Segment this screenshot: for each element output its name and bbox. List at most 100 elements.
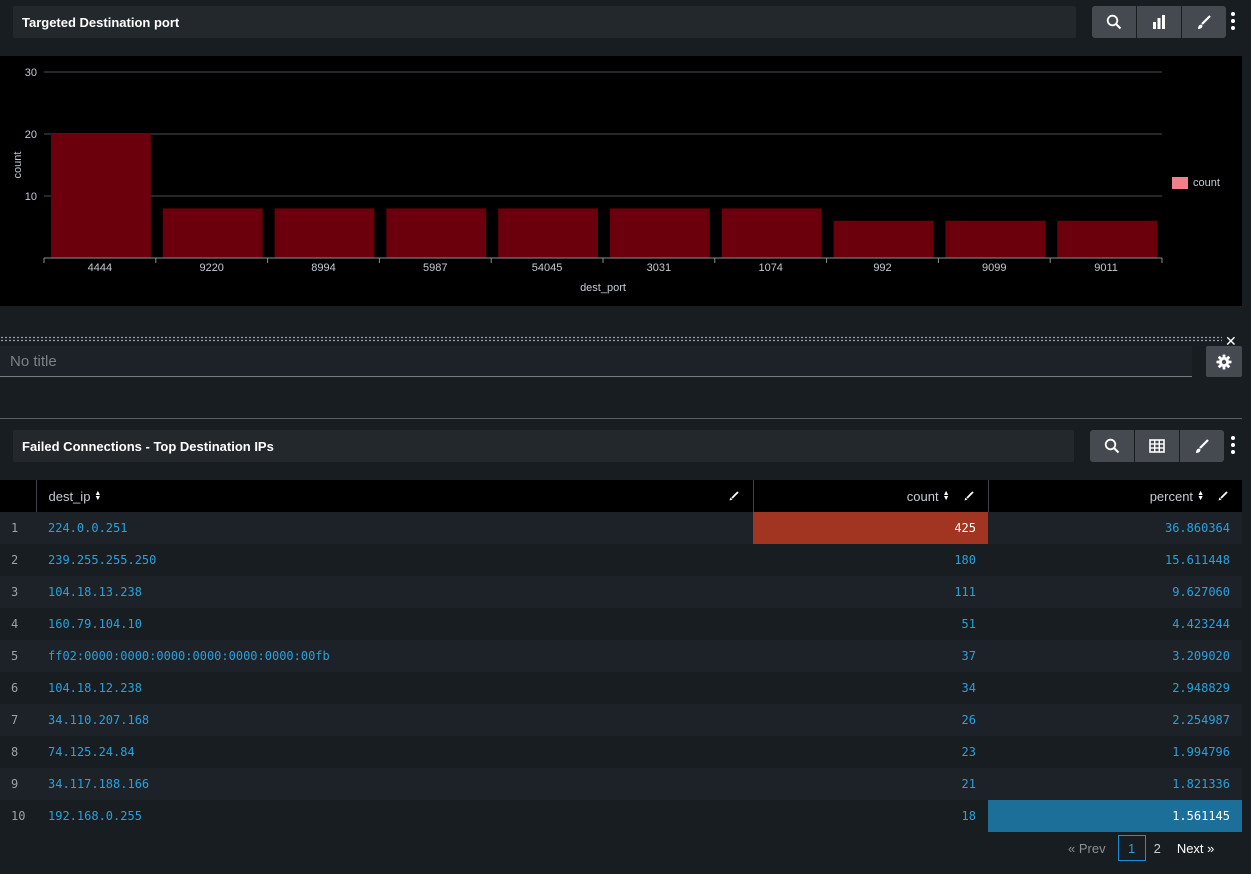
chart-legend[interactable]: count: [1172, 177, 1220, 189]
bar[interactable]: [386, 208, 487, 258]
x-tick-label: 9011: [1094, 262, 1118, 274]
table-panel-toolbar: [1090, 430, 1224, 462]
prev-page-link[interactable]: « Prev: [1068, 841, 1106, 856]
pencil-icon[interactable]: [1218, 491, 1228, 501]
row-number: 4: [0, 608, 36, 640]
percent-cell[interactable]: 2.948829: [988, 672, 1242, 704]
bar[interactable]: [721, 208, 822, 258]
table-panel-title: Failed Connections - Top Destination IPs: [13, 430, 1074, 462]
count-cell[interactable]: 425: [753, 512, 988, 544]
column-header-dest-ip[interactable]: dest_ip ▲ ▼: [36, 480, 754, 512]
panel-settings-button[interactable]: [1206, 346, 1242, 377]
row-number: 7: [0, 704, 36, 736]
column-header-count[interactable]: count ▲ ▼: [753, 480, 989, 512]
column-header-percent[interactable]: percent ▲ ▼: [988, 480, 1242, 512]
dest-ip-cell[interactable]: 104.18.13.238: [36, 576, 753, 608]
chart-search-button[interactable]: [1092, 6, 1136, 38]
count-cell[interactable]: 180: [753, 544, 988, 576]
count-cell[interactable]: 21: [753, 768, 988, 800]
table-row: 5 ff02:0000:0000:0000:0000:0000:0000:00fb…: [0, 640, 1242, 672]
count-cell[interactable]: 111: [753, 576, 988, 608]
paintbrush-icon: [1198, 15, 1211, 29]
count-cell[interactable]: 37: [753, 640, 988, 672]
dest-ip-cell[interactable]: 104.18.12.238: [36, 672, 753, 704]
percent-cell[interactable]: 2.254987: [988, 704, 1242, 736]
column-label: dest_ip: [48, 488, 91, 504]
sort-icon[interactable]: ▲ ▼: [94, 490, 101, 502]
table-header-row: dest_ip ▲ ▼ count ▲ ▼ percent ▲ ▼: [0, 480, 1242, 512]
sort-icon[interactable]: ▲ ▼: [1197, 490, 1204, 502]
table-format-button[interactable]: [1180, 430, 1224, 462]
dest-ip-cell[interactable]: 192.168.0.255: [36, 800, 753, 832]
chart-visualization-button[interactable]: [1137, 6, 1181, 38]
x-tick-label: 4444: [88, 262, 112, 274]
table-visualization-button[interactable]: [1135, 430, 1179, 462]
row-number: 5: [0, 640, 36, 672]
percent-cell[interactable]: 1.994796: [988, 736, 1242, 768]
page-2-link[interactable]: 2: [1154, 841, 1161, 856]
bar[interactable]: [833, 220, 934, 258]
bar[interactable]: [274, 208, 375, 258]
dest-ip-cell[interactable]: ff02:0000:0000:0000:0000:0000:0000:00fb: [36, 640, 753, 672]
table-row: 2 239.255.255.250 180 15.611448: [0, 544, 1242, 576]
x-tick-label: 9220: [199, 262, 223, 274]
legend-swatch: [1172, 177, 1188, 189]
row-number: 6: [0, 672, 36, 704]
dest-ip-cell[interactable]: 34.117.188.166: [36, 768, 753, 800]
column-label: count: [906, 488, 939, 504]
y-axis-label: count: [12, 152, 24, 179]
bar[interactable]: [498, 208, 598, 258]
count-cell[interactable]: 26: [753, 704, 988, 736]
page-1-button[interactable]: 1: [1117, 835, 1146, 861]
percent-cell[interactable]: 9.627060: [988, 576, 1242, 608]
table-more-icon[interactable]: [1228, 436, 1238, 454]
chart-panel-title: Targeted Destination port: [13, 6, 1076, 38]
percent-cell[interactable]: 4.423244: [988, 608, 1242, 640]
percent-cell[interactable]: 15.611448: [988, 544, 1242, 576]
pagination: « Prev 1 2 Next »: [1068, 835, 1214, 861]
gear-icon: [1216, 354, 1232, 369]
percent-cell[interactable]: 1.561145: [988, 800, 1242, 832]
table-row: 10 192.168.0.255 18 1.561145: [0, 800, 1242, 832]
pencil-icon[interactable]: [729, 491, 739, 501]
bar[interactable]: [51, 134, 151, 258]
pencil-icon[interactable]: [964, 491, 974, 501]
x-axis-label: dest_port: [580, 282, 626, 294]
percent-cell[interactable]: 1.821336: [988, 768, 1242, 800]
table-row: 9 34.117.188.166 21 1.821336: [0, 768, 1242, 800]
x-tick-label: 54045: [532, 262, 563, 274]
count-cell[interactable]: 34: [753, 672, 988, 704]
bar[interactable]: [610, 208, 710, 258]
bar[interactable]: [1057, 220, 1157, 258]
x-tick-label: 5987: [423, 262, 447, 274]
y-tick-label: 10: [25, 191, 37, 203]
bar[interactable]: [162, 208, 263, 258]
table-row: 4 160.79.104.10 51 4.423244: [0, 608, 1242, 640]
x-tick-label: 1074: [758, 262, 782, 274]
table-search-button[interactable]: [1090, 430, 1134, 462]
sort-icon[interactable]: ▲ ▼: [943, 490, 950, 502]
percent-cell[interactable]: 36.860364: [988, 512, 1242, 544]
chart-more-icon[interactable]: [1228, 12, 1238, 30]
dest-ip-cell[interactable]: 160.79.104.10: [36, 608, 753, 640]
count-cell[interactable]: 18: [753, 800, 988, 832]
table-row: 3 104.18.13.238 111 9.627060: [0, 576, 1242, 608]
count-cell[interactable]: 51: [753, 608, 988, 640]
panel-title-input[interactable]: No title: [0, 346, 1192, 377]
row-number: 9: [0, 768, 36, 800]
dest-ip-cell[interactable]: 239.255.255.250: [36, 544, 753, 576]
bar[interactable]: [945, 220, 1046, 258]
panel-drag-handle[interactable]: [0, 336, 1222, 342]
column-label: percent: [1149, 488, 1194, 504]
dest-ip-cell[interactable]: 74.125.24.84: [36, 736, 753, 768]
percent-cell[interactable]: 3.209020: [988, 640, 1242, 672]
next-page-link[interactable]: Next »: [1177, 841, 1215, 856]
dest-ip-cell[interactable]: 224.0.0.251: [36, 512, 753, 544]
count-cell[interactable]: 23: [753, 736, 988, 768]
chart-format-button[interactable]: [1182, 6, 1226, 38]
bar-chart: 10 20 30 count 4444 9220 8994 5987 54045 3031 1074…: [0, 56, 1242, 306]
dest-ip-cell[interactable]: 34.110.207.168: [36, 704, 753, 736]
bar-chart-icon: [1153, 15, 1165, 29]
y-tick-label: 30: [25, 67, 37, 79]
row-number: 8: [0, 736, 36, 768]
